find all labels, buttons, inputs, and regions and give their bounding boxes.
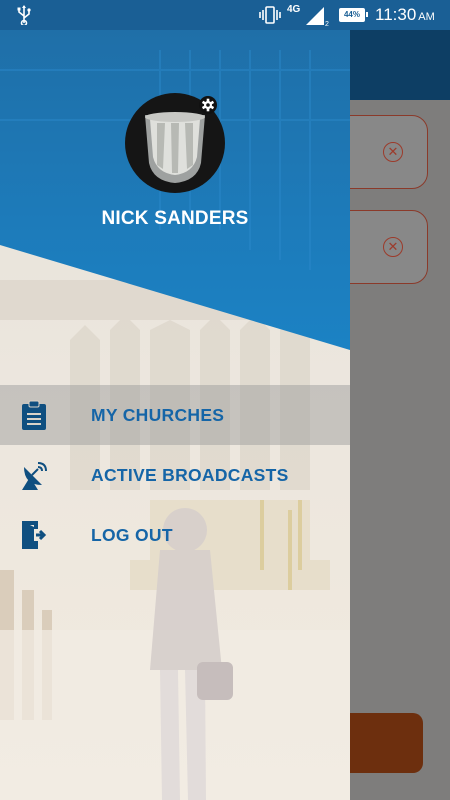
usb-icon	[17, 5, 31, 25]
status-bar: 4G 2 44% 11:30 AM	[0, 0, 450, 30]
gear-icon[interactable]	[199, 96, 217, 114]
menu-item-label: LOG OUT	[91, 525, 173, 545]
user-name: NICK SANDERS	[101, 208, 249, 229]
menu-item-my-churches[interactable]: MY CHURCHES	[0, 385, 350, 445]
close-icon[interactable]: ✕	[383, 237, 403, 257]
svg-text:2: 2	[325, 21, 329, 27]
drawer-menu: MY CHURCHES ACTIVE BROADCASTS LOG OUT	[0, 385, 350, 565]
menu-item-label: ACTIVE BROADCASTS	[91, 465, 289, 485]
close-icon[interactable]: ✕	[383, 142, 403, 162]
network-type: 4G	[287, 4, 301, 15]
satellite-dish-icon	[22, 462, 47, 490]
menu-item-label: MY CHURCHES	[91, 405, 225, 425]
clock: 11:30 AM	[375, 5, 435, 24]
menu-item-log-out[interactable]: LOG OUT	[0, 505, 350, 565]
signal-icon: 2	[306, 7, 329, 27]
logout-icon	[22, 521, 47, 549]
clipboard-icon	[22, 400, 46, 430]
battery-icon: 44%	[339, 8, 368, 22]
menu-item-active-broadcasts[interactable]: ACTIVE BROADCASTS	[0, 445, 350, 505]
vibrate-icon	[259, 6, 281, 24]
navigation-drawer: NICK SANDERS MY CHURCHES ACTIVE BROADCAS…	[0, 30, 350, 800]
